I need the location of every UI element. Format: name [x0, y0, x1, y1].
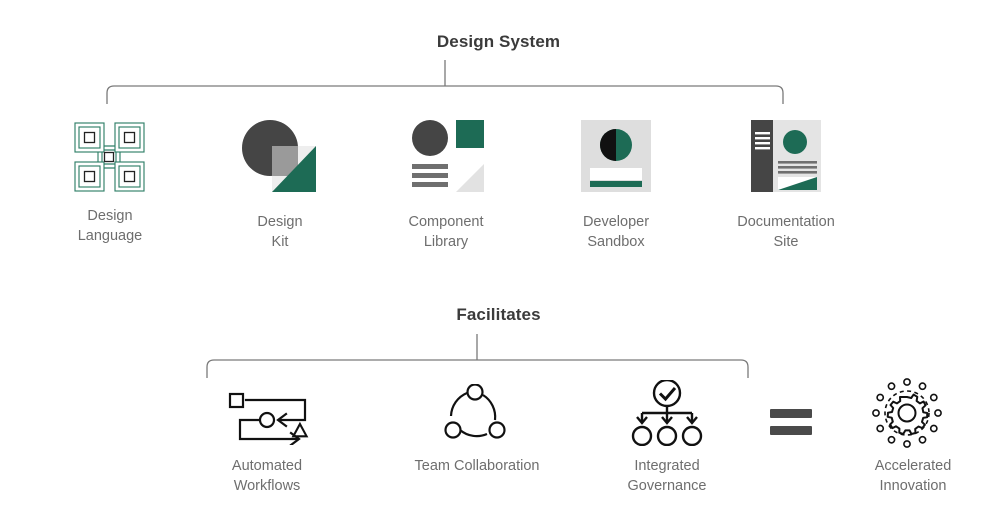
facilitates-bracket [206, 334, 749, 378]
design-language-icon [72, 120, 148, 194]
label-line: Integrated [634, 458, 700, 474]
label-line: Site [773, 234, 799, 250]
design-system-bracket [106, 60, 784, 104]
gear-burst-icon [872, 378, 942, 448]
governance-checkmark-icon [628, 378, 706, 447]
design-kit-icon [242, 120, 316, 192]
label-line: Component [408, 214, 484, 230]
label-line: Workflows [233, 478, 301, 494]
page-title: Design System [436, 32, 561, 51]
label-line: Sandbox [587, 234, 645, 250]
equals-bar-top [770, 409, 812, 418]
documentation-site-icon [751, 120, 821, 192]
collaboration-network-icon [443, 383, 509, 446]
automated-workflows-label: Automated Workflows [187, 456, 347, 496]
developer-sandbox-label: Developer Sandbox [536, 212, 696, 252]
label-line: Design [257, 214, 303, 230]
design-kit-label: Design Kit [200, 212, 360, 252]
documentation-site-label: Documentation Site [706, 212, 866, 252]
design-language-label: Design Language [30, 206, 190, 246]
component-library-icon [412, 120, 484, 192]
component-library-label: Component Library [366, 212, 526, 252]
integrated-governance-label: Integrated Governance [587, 456, 747, 496]
accelerated-innovation-label: Accelerated Innovation [833, 456, 993, 496]
label-line: Documentation [737, 214, 835, 230]
label-line: Kit [271, 234, 289, 250]
label-line: Design [87, 208, 133, 224]
label-line: Automated [231, 458, 303, 474]
team-collaboration-label: Team Collaboration [397, 456, 557, 476]
diagram-canvas: Design System Design Language Design Kit… [0, 0, 997, 522]
label-line: Developer [582, 214, 650, 230]
label-line: Governance [627, 478, 707, 494]
label-line: Accelerated [874, 458, 952, 474]
label-line: Team Collaboration [414, 458, 540, 474]
label-line: Library [423, 234, 469, 250]
label-line: Language [77, 228, 143, 244]
equals-bar-bottom [770, 426, 812, 435]
equals-sign-icon [770, 409, 812, 435]
label-line: Innovation [879, 478, 947, 494]
developer-sandbox-icon [581, 120, 651, 192]
workflow-diagram-icon [226, 390, 311, 447]
facilitates-title: Facilitates [456, 305, 541, 324]
